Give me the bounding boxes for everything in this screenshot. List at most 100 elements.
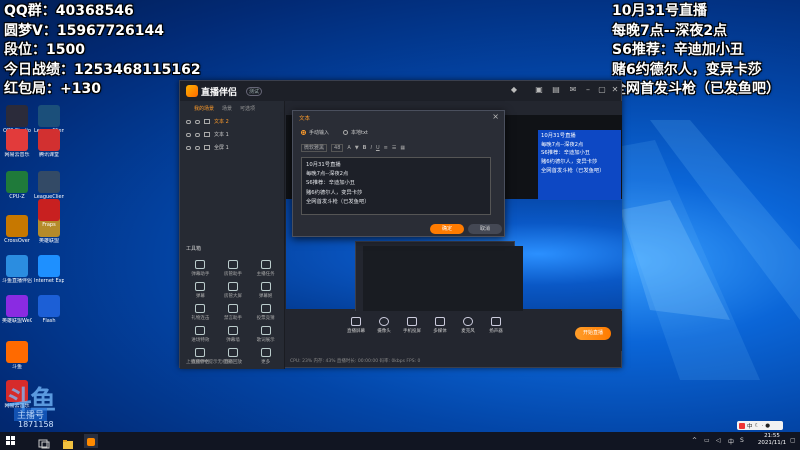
media-button[interactable]: 多媒体 [428,317,452,334]
clock-time: 21:55 [764,433,780,439]
close-icon[interactable]: ✕ [611,86,619,94]
tab-my-scene[interactable]: 我的场景 [194,105,214,115]
radio-icon [301,130,306,135]
lock-icon[interactable] [195,119,200,124]
local-txt-radio[interactable]: 本地txt [343,129,368,136]
tool-label: 禁言助手 [223,316,242,321]
app-titlebar[interactable]: 直播伴侣 测试 ◆ ▣ ▤ ✉ – ▢ ✕ [180,81,621,101]
start-live-button[interactable]: 开始直播 [575,327,611,340]
ime-toolbar[interactable]: 中 ☾ · ● [737,421,783,430]
font-color-icon[interactable]: A [347,145,350,151]
desktop-icon[interactable]: 腾讯课堂 [34,129,64,158]
screen-capture-button[interactable]: 直播屏幕 [344,317,368,334]
ok-button[interactable]: 确定 [430,224,464,234]
minimize-icon[interactable]: – [584,86,592,94]
font-select[interactable]: 微软雅黑 [301,144,328,152]
radio-label: 手动输入 [309,130,330,136]
moon-icon[interactable]: ☾ [755,423,760,429]
bag-icon[interactable]: ▣ [535,86,543,94]
cancel-button[interactable]: 取消 [468,224,502,234]
network-icon[interactable]: ▭ [704,437,710,444]
close-icon[interactable]: × [492,112,499,121]
underline-icon[interactable]: U [376,145,380,151]
layer-label: 全屏 1 [214,145,229,151]
toolbox-item[interactable]: 弹幕姬 [249,282,282,299]
volume-icon[interactable]: ◁ [716,437,721,444]
mail-icon[interactable]: ✉ [569,86,577,94]
tab-options[interactable]: 可选项 [240,105,255,115]
eye-icon[interactable] [186,119,191,124]
notification-icon[interactable]: ▢ [790,437,796,444]
desktop-icon[interactable]: Flash [34,295,64,324]
desktop-icon[interactable]: LeagueClient [34,171,64,200]
maximize-icon[interactable]: ▢ [598,86,606,94]
toolbox-item[interactable]: 房管大屏 [217,282,250,299]
italic-icon[interactable]: I [370,145,371,151]
desktop-icon-label: CrossOver [4,238,30,244]
ime-indicator[interactable]: 中 [728,437,734,446]
toolbox-item[interactable]: 歌词展示 [249,326,282,343]
toolbox-item[interactable]: 主播任务 [249,260,282,277]
preview-text-line: 每晚7点--深夜2点 [541,141,584,148]
file-explorer-icon[interactable] [62,435,74,449]
speaker-button[interactable]: 扬声器 [484,317,508,334]
mic-icon[interactable]: ● [765,423,770,429]
desktop-icon[interactable]: 网易云音乐 [2,129,32,158]
toolbox-item[interactable]: 进场特效 [184,326,217,343]
taskbar-clock[interactable]: 21:55 2021/11/1 [752,433,792,447]
desktop-icon[interactable]: 斗鱼 [2,341,32,370]
effect-icon[interactable]: ▦ [400,145,405,151]
phone-cast-button[interactable]: 手机投屏 [400,317,424,334]
dot-icon[interactable]: · [761,423,763,429]
ime-mode[interactable]: 中 [747,422,753,430]
lock-icon[interactable] [195,145,200,150]
tray-chevron-icon[interactable]: ^ [692,437,697,444]
list-icon[interactable]: ☰ [392,145,396,151]
desktop-icon[interactable]: CrossOver [2,215,32,244]
microphone-button[interactable]: 麦克风 [456,317,480,334]
desktop-icon[interactable]: Fraps [34,199,64,228]
toolbox-item[interactable]: 禁言助手 [217,304,250,321]
overlay-line: 10月31号直播 [612,3,707,19]
camera-button[interactable]: 摄像头 [372,317,396,334]
tab-scene[interactable]: 场景 [222,105,232,115]
sogou-tray-icon[interactable]: S [740,437,744,444]
lock-icon[interactable] [195,132,200,137]
text-content-area[interactable]: 10月31号直播 每晚7点--深夜2点 S6推荐：辛迪加小丑 赌6约德尔人，变异… [301,157,491,215]
desktop-icon-label: Fraps [42,222,56,228]
align-icon[interactable]: ≡ [384,145,388,151]
desktop-icon[interactable]: CPU-Z [2,171,32,200]
text-dialog[interactable]: 文本 × 手动输入 本地txt 微软雅黑 48 A ▼ B I U ≡ ☰ ▦ … [292,110,505,237]
gift-icon[interactable]: ▤ [552,86,560,94]
layer-item[interactable]: 全屏 1 [180,141,284,154]
bold-icon[interactable]: B [363,145,367,151]
sogou-icon[interactable] [739,422,745,429]
eye-icon[interactable] [186,132,191,137]
font-size-select[interactable]: 48 [331,144,344,152]
manual-input-radio[interactable]: 手动输入 [301,129,329,136]
version-badge: 测试 [246,87,263,96]
desktop-icon-label: 斗鱼 [11,364,22,370]
toolbox-item[interactable]: 礼物连击 [184,304,217,321]
desktop-icon[interactable]: 英雄联盟WeGame [2,295,32,324]
toolbox-item[interactable]: 投票竞猜 [249,304,282,321]
layer-item[interactable]: 文本 1 [180,128,284,141]
preview-text-line: 10月31号直播 [541,133,576,139]
highlight-icon[interactable]: ▼ [355,145,359,151]
toolbox-item[interactable]: 更多 [249,348,282,365]
live-companion-taskbar-icon[interactable] [84,434,98,448]
tool-label: 房管助手 [223,272,242,277]
toolbox-item[interactable]: 房管助手 [217,260,250,277]
windows-start-icon[interactable] [6,436,16,446]
task-view-icon[interactable] [38,435,50,449]
toolbox-item[interactable]: 弹幕墙 [217,326,250,343]
app-icon [38,171,60,193]
desktop-icon[interactable]: 斗鱼直播伴侣 [2,255,32,284]
colorful-icon[interactable]: ◆ [510,86,518,94]
eye-icon[interactable] [186,145,191,150]
desktop-icon[interactable]: Internet Explorer [34,255,64,284]
toolbox-item[interactable]: 弹幕助手 [184,260,217,277]
toolbox-item[interactable]: 弹幕 [184,282,217,299]
tool-label: 进场特效 [191,338,210,343]
layer-item[interactable]: 文本 2 [180,115,284,128]
